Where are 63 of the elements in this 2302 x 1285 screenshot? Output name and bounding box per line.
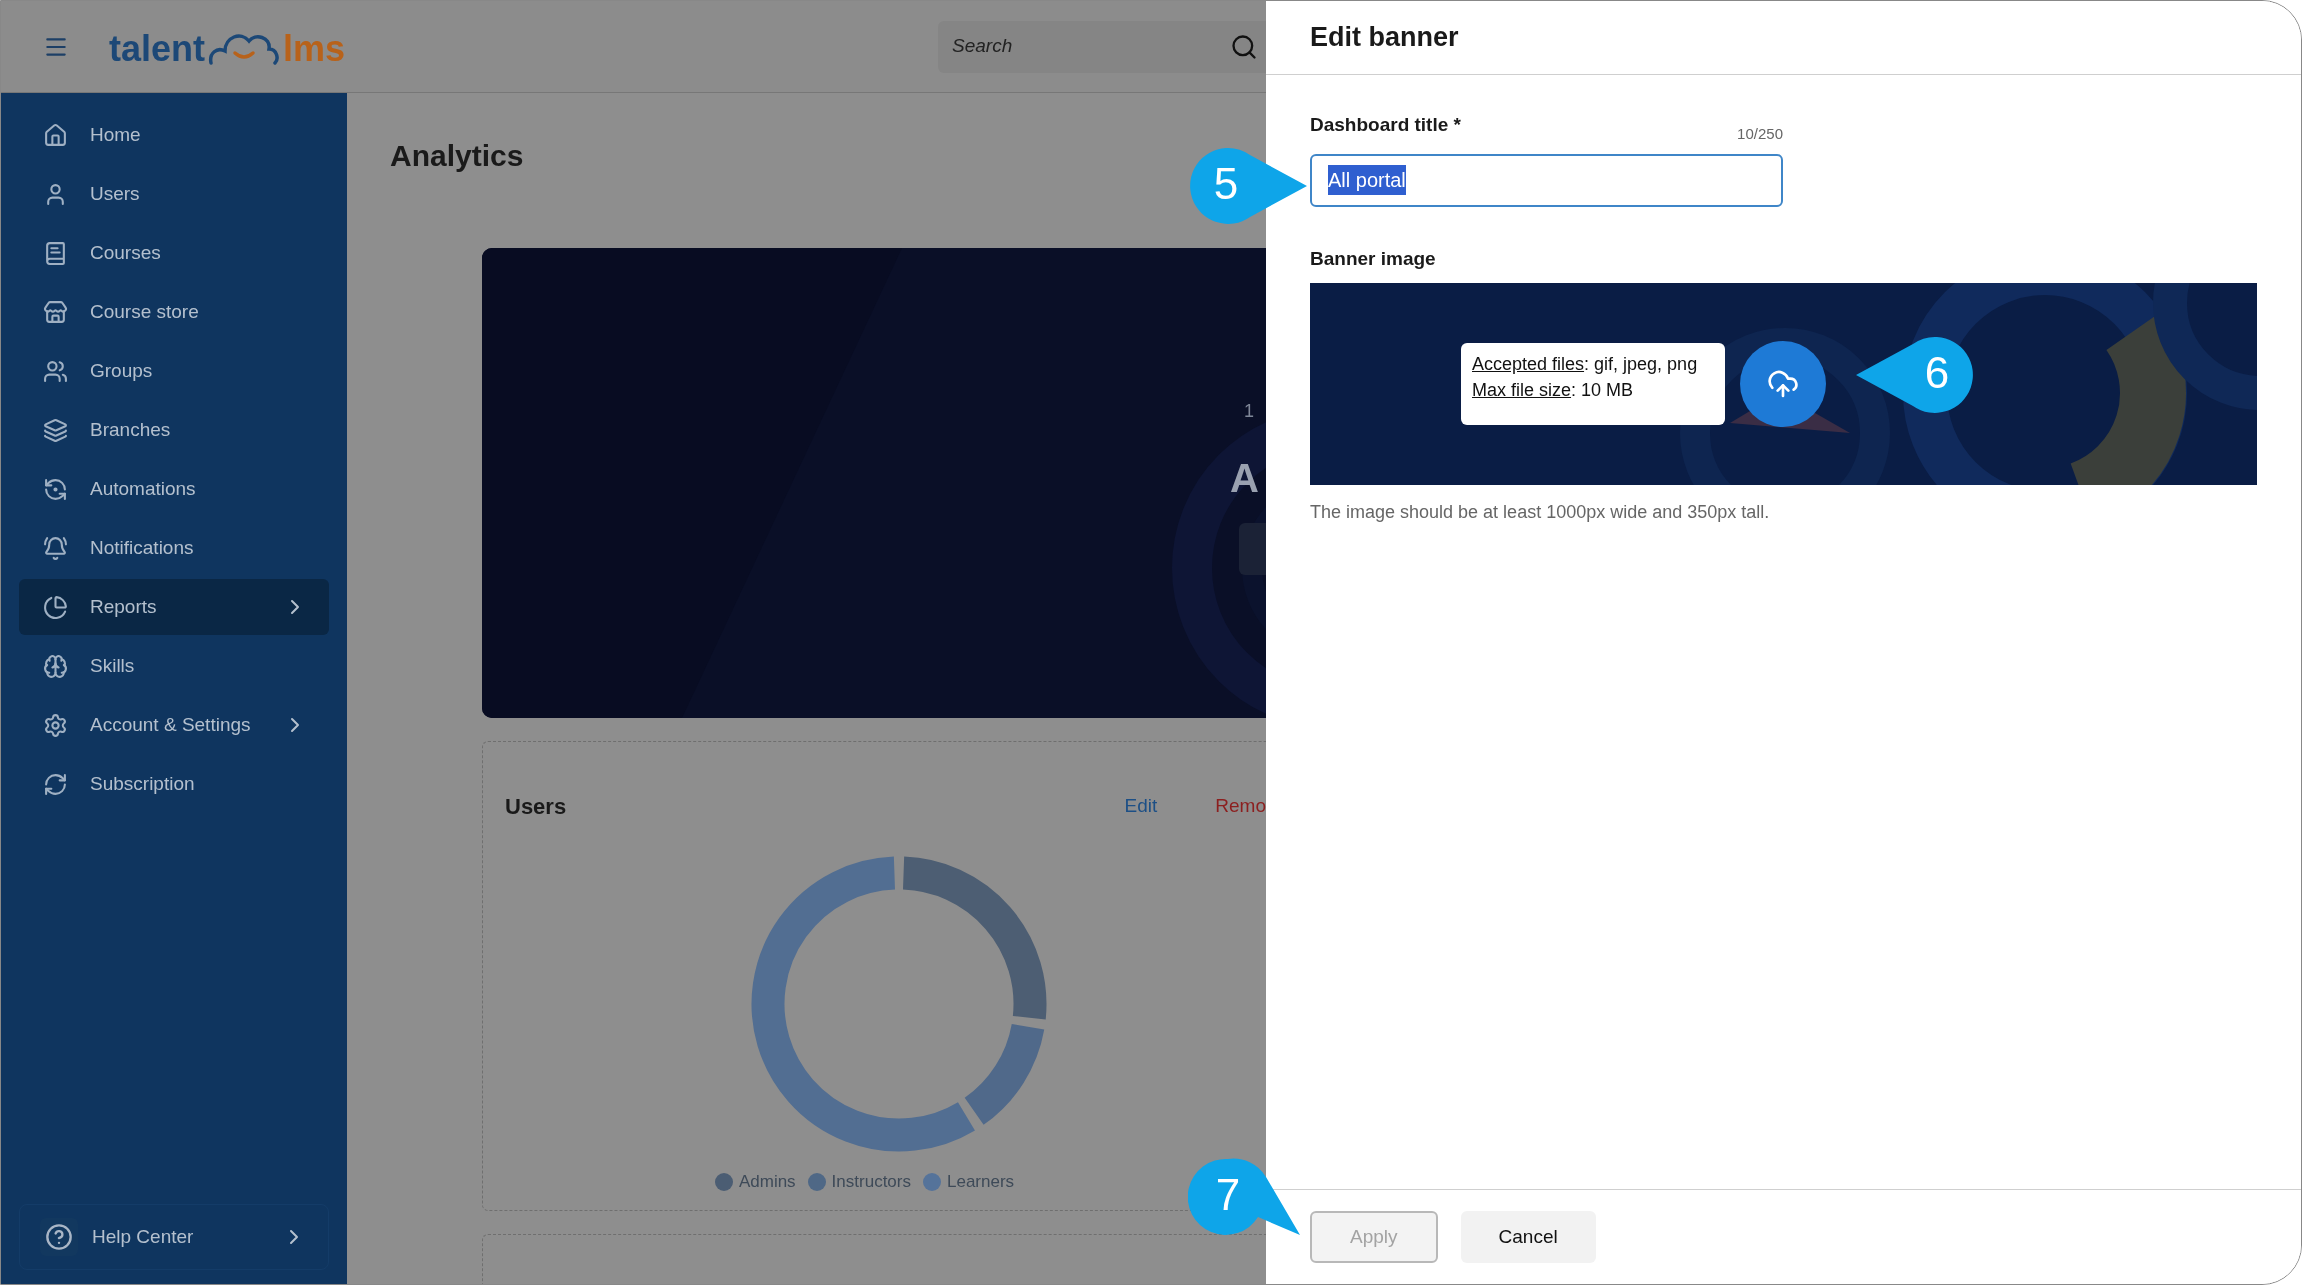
store-icon — [43, 299, 68, 325]
tooltip-line: Max file size: 10 MB — [1472, 380, 1635, 400]
sidebar-label: Groups — [90, 358, 153, 383]
bell-icon — [43, 535, 68, 561]
banner-heading: A — [1230, 455, 1259, 502]
sidebar-label: Courses — [90, 240, 161, 265]
link[interactable]: Accepted files — [1472, 354, 1585, 374]
search-field[interactable]: Search — [952, 32, 1230, 61]
house-icon — [43, 122, 68, 148]
search-bar[interactable]: Search — [938, 20, 1266, 73]
sidebar-label: Subscription — [90, 771, 195, 796]
tooltip-line: Accepted files: gif, jpeg, png — [1472, 354, 1699, 374]
people-icon — [43, 358, 68, 384]
sidebar-label: Skills — [90, 653, 135, 678]
banner-text: 1 — [1244, 400, 1254, 423]
refresh-icon — [43, 771, 68, 797]
field-label: Banner image — [1310, 246, 1437, 271]
book-icon — [43, 240, 68, 266]
page-title: Analytics — [390, 138, 525, 174]
sidebar-label: Reports — [90, 594, 157, 619]
search-icon[interactable] — [1230, 32, 1258, 61]
legend-label: Learners — [946, 1171, 1015, 1193]
link[interactable]: Max file size — [1472, 380, 1572, 400]
sidebar-item[interactable]: Subscription — [19, 756, 329, 812]
sidebar-item[interactable]: Course store — [19, 284, 329, 340]
sidebar-item[interactable]: Reports — [19, 579, 329, 635]
sidebar-label: Branches — [90, 417, 171, 442]
sidebar-item[interactable]: Users — [19, 166, 329, 222]
image-size-hint: The image should be at least 1000px wide and 350px tall. — [1310, 501, 1771, 524]
sidebar-label: Notifications — [90, 535, 194, 560]
sidebar-item[interactable]: Courses — [19, 225, 329, 281]
settings-icon — [43, 712, 68, 738]
brain-icon — [43, 653, 68, 679]
cancel-button[interactable]: Cancel — [1460, 1211, 1596, 1263]
field-value: All portal — [1328, 165, 1406, 195]
sidebar-item[interactable]: Home — [19, 107, 329, 163]
sidebar-item[interactable]: Skills — [19, 638, 329, 694]
input-field[interactable]: All portal — [1310, 153, 1783, 207]
sidebar-item[interactable]: Groups — [19, 343, 329, 399]
legend-label: Instructors — [831, 1171, 911, 1193]
cloud-upload-icon — [1767, 368, 1799, 400]
sidebar-label: Automations — [90, 476, 196, 501]
help-icon — [45, 1223, 73, 1251]
legend-label: Admins — [738, 1171, 796, 1193]
sidebar-label: Account & Settings — [90, 712, 251, 737]
sidebar-label: Users — [90, 181, 140, 206]
sidebar-item[interactable]: Notifications — [19, 520, 329, 576]
card-title: Users — [505, 793, 567, 821]
panel-title: Edit banner — [1310, 21, 1459, 55]
circular-arrows-icon — [43, 476, 68, 502]
sidebar-item[interactable]: Account & Settings — [19, 697, 329, 753]
sidebar-label: Course store — [90, 299, 199, 324]
field-label: Dashboard title * — [1310, 113, 1461, 137]
sidebar-label: Help Center — [92, 1224, 194, 1249]
layers-icon — [43, 417, 68, 443]
sidebar-item[interactable]: Branches — [19, 402, 329, 458]
sidebar-label: Home — [90, 122, 141, 147]
help-center-item[interactable]: Help Center — [19, 1204, 329, 1270]
logo-text: talent — [109, 30, 205, 67]
sidebar-item[interactable]: Automations — [19, 461, 329, 517]
logo-text: lms — [283, 30, 346, 67]
character-counter: 10/250 — [1737, 124, 1783, 144]
pie-chart-icon — [43, 594, 68, 620]
